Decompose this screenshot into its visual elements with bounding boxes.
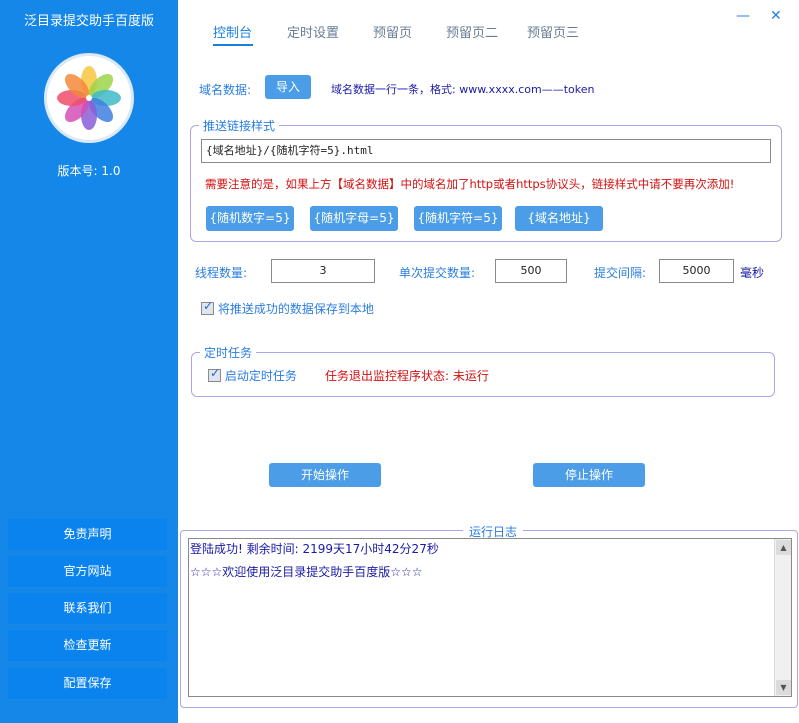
tab-reserved-1[interactable]: 预留页 bbox=[373, 22, 412, 41]
insert-random-letter-button[interactable]: {随机字母=5} bbox=[310, 206, 398, 231]
sidebar-item-disclaimer[interactable]: 免责声明 bbox=[8, 519, 167, 550]
tab-reserved-3[interactable]: 预留页三 bbox=[527, 22, 579, 41]
threads-input[interactable]: 3 bbox=[271, 259, 375, 283]
threads-label: 线程数量: bbox=[195, 266, 248, 280]
active-tab-indicator bbox=[213, 44, 253, 46]
stop-button[interactable]: 停止操作 bbox=[533, 463, 645, 487]
log-group: 运行日志 登陆成功! 剩余时间: 2199天17小时42分27秒 ☆☆☆欢迎使用… bbox=[180, 523, 798, 708]
checkbox-checked-icon bbox=[201, 299, 214, 315]
scroll-up-icon[interactable]: ▲ bbox=[776, 540, 791, 555]
enable-schedule-checkbox[interactable]: 启动定时任务 bbox=[208, 366, 297, 384]
scroll-down-icon[interactable]: ▼ bbox=[776, 680, 791, 695]
enable-schedule-label: 启动定时任务 bbox=[224, 369, 297, 383]
save-results-label: 将推送成功的数据保存到本地 bbox=[217, 302, 374, 316]
domain-data-label: 域名数据: bbox=[199, 83, 252, 97]
domain-format-hint: 域名数据一行一条，格式: www.xxxx.com——token bbox=[331, 83, 595, 96]
import-button[interactable]: 导入 bbox=[265, 75, 311, 99]
tab-reserved-2[interactable]: 预留页二 bbox=[446, 22, 498, 41]
schedule-title: 定时任务 bbox=[200, 344, 257, 361]
batch-size-label: 单次提交数量: bbox=[399, 266, 476, 280]
sidebar-item-website[interactable]: 官方网站 bbox=[8, 556, 167, 587]
tab-schedule-settings[interactable]: 定时设置 bbox=[287, 22, 339, 41]
log-textarea[interactable]: 登陆成功! 剩余时间: 2199天17小时42分27秒 ☆☆☆欢迎使用泛目录提交… bbox=[188, 538, 792, 697]
log-scrollbar[interactable]: ▲ ▼ bbox=[774, 539, 791, 696]
link-style-title: 推送链接样式 bbox=[199, 117, 280, 134]
tab-console[interactable]: 控制台 bbox=[213, 22, 252, 41]
app-title: 泛目录提交助手百度版 bbox=[23, 14, 154, 29]
insert-random-number-button[interactable]: {随机数字=5} bbox=[206, 206, 294, 231]
sidebar-item-check-update[interactable]: 检查更新 bbox=[8, 630, 167, 661]
interval-label: 提交间隔: bbox=[594, 266, 647, 280]
insert-domain-button[interactable]: {域名地址} bbox=[515, 206, 603, 231]
sidebar-item-save-config[interactable]: 配置保存 bbox=[8, 668, 167, 699]
tab-bar: 控制台 定时设置 预留页 预留页二 预留页三 — ✕ bbox=[178, 0, 799, 60]
sidebar-item-contact[interactable]: 联系我们 bbox=[8, 593, 167, 624]
schedule-status: 任务退出监控程序状态: 未运行 bbox=[325, 369, 489, 383]
interval-input[interactable]: 5000 bbox=[659, 259, 734, 283]
batch-size-input[interactable]: 500 bbox=[495, 259, 567, 283]
insert-random-char-button[interactable]: {随机字符=5} bbox=[414, 206, 502, 231]
close-icon[interactable]: ✕ bbox=[770, 8, 782, 24]
interval-unit: 毫秒 bbox=[740, 266, 765, 280]
version-label: 版本号: 1.0 bbox=[57, 164, 121, 178]
start-button[interactable]: 开始操作 bbox=[269, 463, 381, 487]
checkbox-checked-icon bbox=[208, 366, 221, 382]
app-logo-icon bbox=[44, 53, 134, 143]
save-results-checkbox[interactable]: 将推送成功的数据保存到本地 bbox=[201, 299, 374, 317]
link-style-warning: 需要注意的是，如果上方【域名数据】中的域名加了http或者https协议头，链接… bbox=[205, 177, 735, 191]
log-line: ☆☆☆欢迎使用泛目录提交助手百度版☆☆☆ bbox=[190, 565, 423, 579]
link-style-input[interactable]: {域名地址}/{随机字符=5}.html bbox=[201, 139, 771, 163]
log-line: 登陆成功! 剩余时间: 2199天17小时42分27秒 bbox=[190, 542, 439, 556]
minimize-icon[interactable]: — bbox=[736, 8, 750, 24]
sidebar: 泛目录提交助手百度版 版本号: 1.0 免责声明 官方网站 联系我们 检查更新 … bbox=[0, 0, 178, 723]
